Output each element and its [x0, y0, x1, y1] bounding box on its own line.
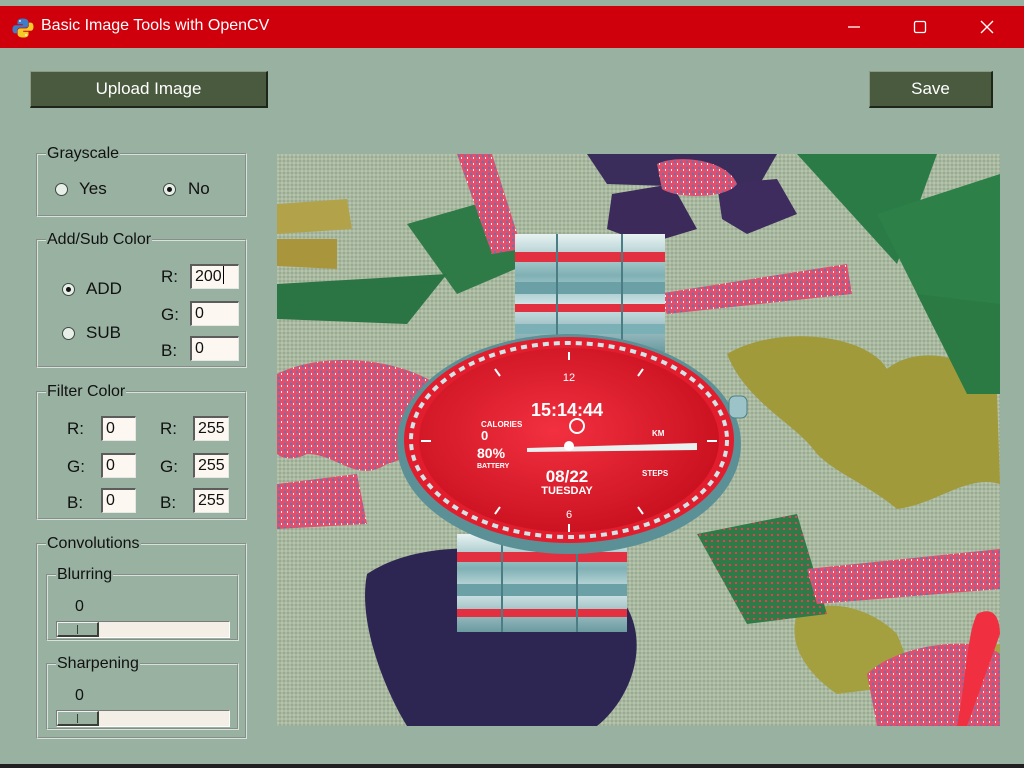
filter-color-title: Filter Color	[46, 383, 127, 401]
maximize-button[interactable]	[888, 6, 952, 48]
watch-date: 08/22	[546, 467, 589, 486]
title-bar[interactable]: Basic Image Tools with OpenCV	[0, 6, 1024, 48]
watch-calories: 0	[481, 428, 488, 443]
text-caret	[222, 266, 224, 284]
filter-high-r-input[interactable]: 255	[193, 416, 229, 441]
watch-km-label: KM	[652, 429, 665, 438]
watch-battery: 80%	[477, 445, 506, 461]
filter-high-b-input[interactable]: 255	[193, 488, 229, 513]
sub-radio[interactable]	[62, 327, 75, 340]
sharpening-title: Sharpening	[56, 655, 140, 673]
add-radio[interactable]	[62, 283, 75, 296]
maximize-icon	[913, 20, 927, 34]
add-g-input[interactable]: 0	[190, 301, 239, 326]
close-icon	[980, 20, 994, 34]
filter-high-r-label: R:	[160, 419, 177, 438]
sharpening-value: 0	[75, 687, 84, 704]
grayscale-title: Grayscale	[46, 145, 121, 163]
close-button[interactable]	[955, 6, 1019, 48]
app-window: Basic Image Tools with OpenCV Upload Ima…	[0, 0, 1024, 768]
blurring-slider-handle[interactable]	[57, 622, 99, 637]
filter-low-g-label: G:	[67, 457, 85, 476]
filter-low-r-input[interactable]: 0	[101, 416, 136, 441]
minimize-icon	[848, 26, 860, 28]
add-r-value: 200	[195, 268, 222, 285]
python-icon	[12, 18, 34, 38]
convolutions-title: Convolutions	[46, 535, 141, 553]
watch-battery-label: BATTERY	[477, 463, 510, 470]
grayscale-group: Grayscale Yes No	[36, 145, 247, 217]
minimize-button[interactable]	[822, 6, 886, 48]
filter-color-group: Filter Color R: 0 G: 0 B: 0 R: 255 G: 25…	[36, 383, 247, 520]
sharpening-slider-handle[interactable]	[57, 711, 99, 726]
sharpening-slider[interactable]	[56, 710, 230, 727]
processed-image: 12 6 15:14:44 CALORIES 0 80% BATTERY 08/…	[277, 154, 1000, 726]
add-r-input[interactable]: 200	[190, 264, 239, 289]
filter-low-b-input[interactable]: 0	[101, 488, 136, 513]
svg-text:6: 6	[566, 509, 572, 521]
add-r-label: R:	[161, 267, 178, 286]
watch-steps-label: STEPS	[642, 469, 669, 478]
convolutions-group: Convolutions Blurring 0 Sharpening 0	[36, 535, 247, 739]
filter-low-r-label: R:	[67, 419, 84, 438]
grayscale-yes-radio[interactable]	[55, 183, 68, 196]
blurring-title: Blurring	[56, 566, 114, 584]
add-sub-color-title: Add/Sub Color	[46, 231, 153, 249]
add-g-label: G:	[161, 305, 179, 324]
window-bottom-edge	[0, 764, 1024, 768]
filter-high-g-input[interactable]: 255	[193, 453, 229, 478]
watch-weekday: TUESDAY	[541, 485, 593, 497]
window-title: Basic Image Tools with OpenCV	[41, 17, 270, 34]
add-sub-color-group: Add/Sub Color ADD SUB R: 200 G: 0 B: 0	[36, 231, 247, 368]
filter-high-b-label: B:	[160, 493, 177, 512]
save-button[interactable]: Save	[869, 71, 993, 108]
sub-label[interactable]: SUB	[86, 323, 121, 343]
blurring-group: Blurring 0	[46, 566, 239, 641]
upload-image-button[interactable]: Upload Image	[30, 71, 268, 108]
grayscale-no-label[interactable]: No	[188, 179, 210, 199]
blurring-slider[interactable]	[56, 621, 230, 638]
add-label[interactable]: ADD	[86, 279, 122, 299]
blurring-value: 0	[75, 598, 84, 615]
filter-low-b-label: B:	[67, 493, 84, 512]
watch-time: 15:14:44	[531, 400, 603, 420]
filter-low-g-input[interactable]: 0	[101, 453, 136, 478]
add-b-label: B:	[161, 341, 178, 360]
watch-band-top	[515, 234, 665, 352]
sharpening-group: Sharpening 0	[46, 655, 239, 730]
add-b-input[interactable]: 0	[190, 336, 239, 361]
filter-high-g-label: G:	[160, 457, 178, 476]
svg-text:12: 12	[563, 372, 575, 384]
image-display: 12 6 15:14:44 CALORIES 0 80% BATTERY 08/…	[277, 154, 1000, 726]
grayscale-no-radio[interactable]	[163, 183, 176, 196]
grayscale-yes-label[interactable]: Yes	[79, 179, 107, 199]
